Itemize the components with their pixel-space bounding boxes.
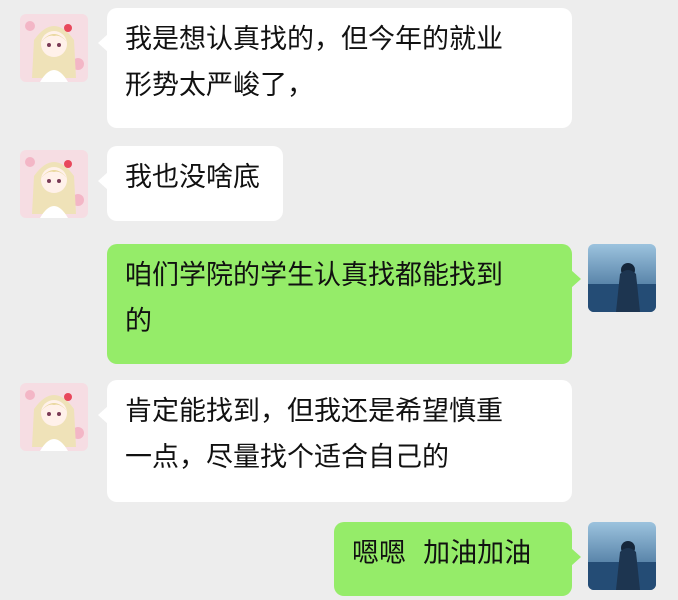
message-text: 的 [125, 306, 152, 337]
message-text: 我是想认真找的，但今年的就业 [125, 24, 503, 55]
message-text: 咱们学院的学生认真找都能找到 [125, 260, 503, 291]
message-text: 一点，尽量找个适合自己的 [125, 442, 449, 473]
message-text: 形势太严峻了， [125, 70, 314, 101]
message-bubble-incoming[interactable]: 我也没啥底 [98, 146, 283, 221]
message-text: 肯定能找到，但我还是希望慎重 [125, 396, 503, 427]
message-bubble-outgoing[interactable]: 嗯嗯 加油加油 [334, 522, 581, 596]
message-text: 我也没啥底 [125, 162, 260, 193]
contact-avatar[interactable] [20, 14, 88, 82]
contact-avatar[interactable] [20, 150, 88, 218]
contact-avatar[interactable] [20, 383, 88, 451]
user-avatar[interactable] [588, 244, 656, 312]
message-bubble-incoming[interactable]: 肯定能找到，但我还是希望慎重 一点，尽量找个适合自己的 [98, 380, 572, 502]
message-text: 嗯嗯 加油加油 [352, 538, 532, 569]
message-bubble-incoming[interactable]: 我是想认真找的，但今年的就业 形势太严峻了， [98, 8, 572, 128]
user-avatar[interactable] [588, 522, 656, 590]
message-bubble-outgoing[interactable]: 咱们学院的学生认真找都能找到 的 [107, 244, 581, 364]
